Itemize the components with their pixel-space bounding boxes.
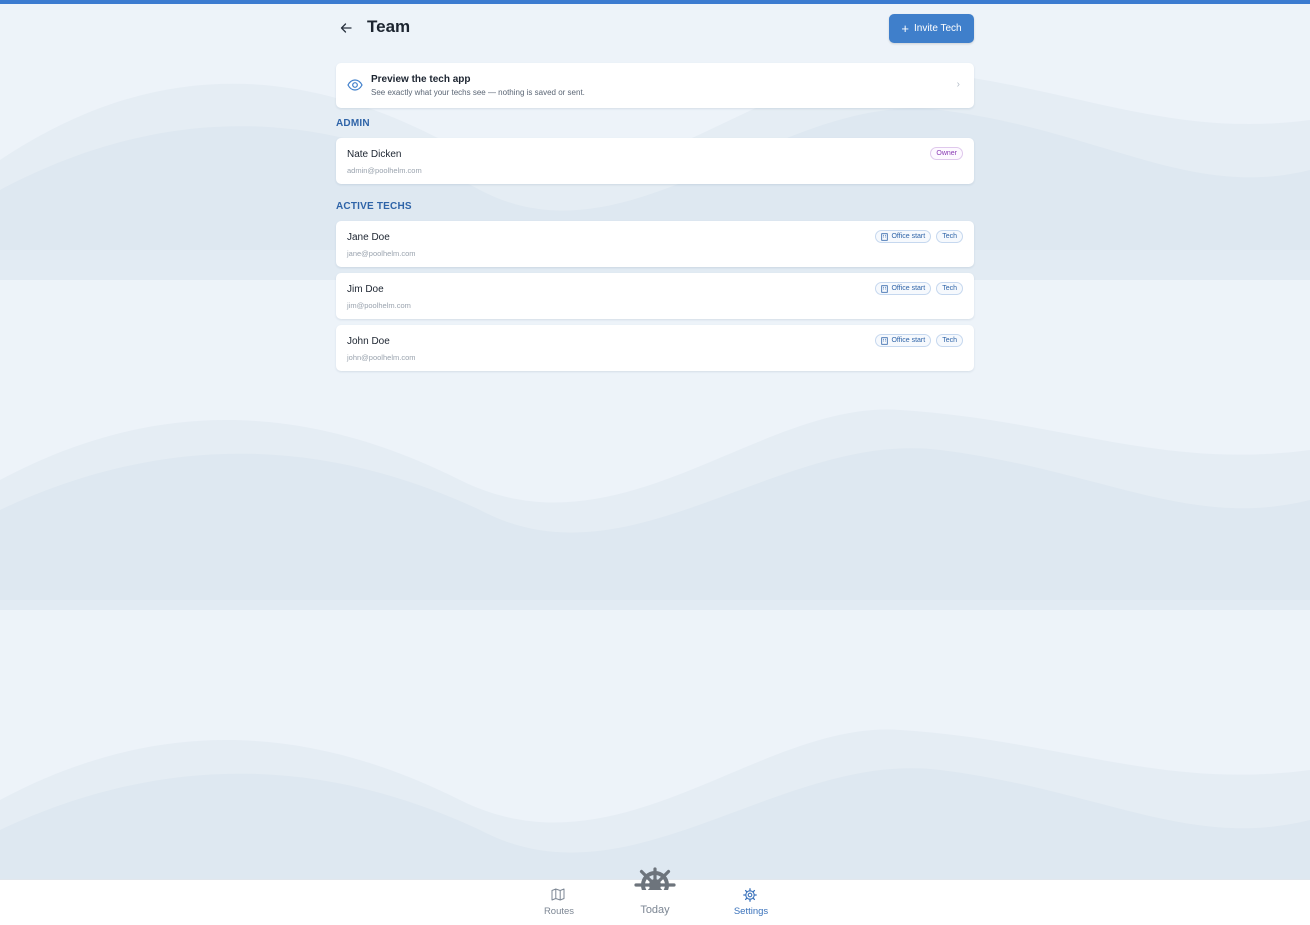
admin-member-card[interactable]: Nate Dicken admin@poolhelm.com Owner: [336, 138, 974, 184]
office-start-badge: Office start: [875, 334, 932, 347]
tech-badge: Tech: [936, 230, 963, 243]
page-header: Team + Invite Tech: [336, 14, 974, 43]
office-start-label: Office start: [891, 233, 926, 240]
badge-group: Office start Tech: [875, 282, 963, 295]
eye-icon: [347, 79, 363, 91]
back-button[interactable]: [336, 18, 356, 38]
member-email: admin@poolhelm.com: [347, 166, 422, 175]
admin-section-label: ADMIN: [336, 118, 370, 129]
tech-member-card[interactable]: John Doe john@poolhelm.com Office start …: [336, 325, 974, 371]
page-title: Team: [367, 17, 411, 36]
badge-group: Office start Tech: [875, 334, 963, 347]
preview-subtitle: See exactly what your techs see — nothin…: [371, 88, 585, 97]
preview-title: Preview the tech app: [371, 74, 471, 85]
tech-badge: Tech: [936, 334, 963, 347]
ship-helm-icon: [634, 867, 676, 903]
nav-settings-label: Settings: [733, 906, 769, 917]
building-icon: [881, 284, 889, 293]
tech-member-card[interactable]: Jim Doe jim@poolhelm.com Office start Te…: [336, 273, 974, 319]
office-start-badge: Office start: [875, 230, 932, 243]
invite-tech-label: Invite Tech: [913, 23, 962, 34]
member-email: jane@poolhelm.com: [347, 249, 416, 258]
chevron-right-icon: ›: [956, 79, 960, 90]
building-icon: [881, 336, 889, 345]
building-icon: [881, 232, 889, 241]
member-name: Jane Doe: [347, 232, 390, 243]
nav-routes[interactable]: Routes: [529, 880, 589, 925]
member-email: john@poolhelm.com: [347, 353, 416, 362]
badge-group: Office start Tech: [875, 230, 963, 243]
plus-icon: +: [901, 20, 909, 36]
member-name: John Doe: [347, 336, 390, 347]
office-start-label: Office start: [891, 285, 926, 292]
badge-group: Owner: [930, 147, 963, 160]
nav-today-label: Today: [640, 904, 670, 916]
gear-icon: [743, 888, 757, 902]
member-email: jim@poolhelm.com: [347, 301, 411, 310]
tech-member-card[interactable]: Jane Doe jane@poolhelm.com Office start …: [336, 221, 974, 267]
office-start-label: Office start: [891, 337, 926, 344]
active-techs-section-label: ACTIVE TECHS: [336, 201, 412, 212]
member-name: Nate Dicken: [347, 149, 402, 160]
arrow-left-icon: [340, 23, 352, 33]
office-start-badge: Office start: [875, 282, 932, 295]
map-icon: [551, 888, 565, 901]
nav-settings[interactable]: Settings: [721, 880, 781, 925]
owner-badge: Owner: [930, 147, 963, 160]
member-name: Jim Doe: [347, 284, 384, 295]
preview-tech-app-card[interactable]: Preview the tech app See exactly what yo…: [336, 63, 974, 108]
invite-tech-button[interactable]: + Invite Tech: [889, 14, 974, 43]
nav-routes-label: Routes: [543, 906, 575, 917]
tech-badge: Tech: [936, 282, 963, 295]
